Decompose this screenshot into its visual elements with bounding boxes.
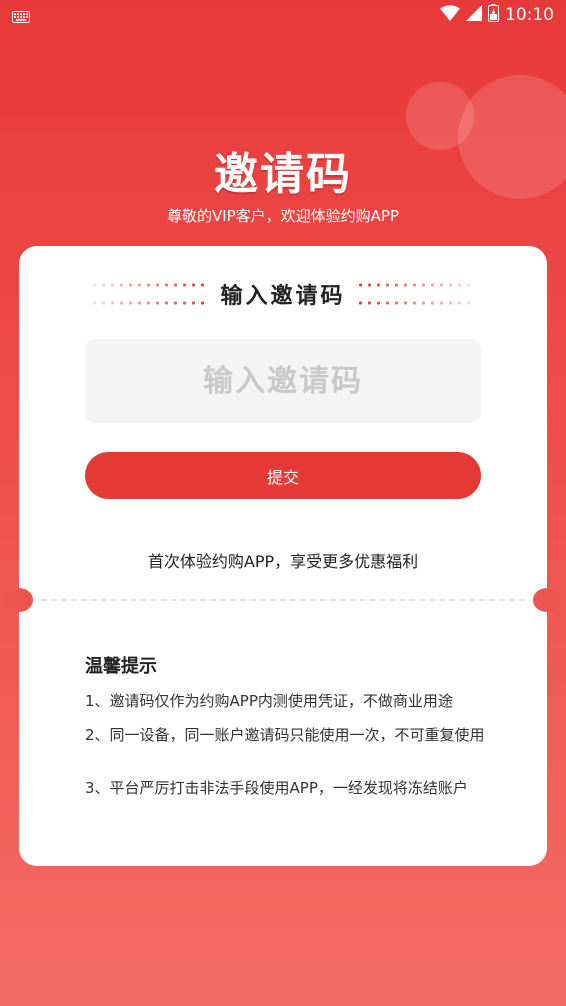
dots-decoration-left (90, 283, 211, 305)
submit-button[interactable]: 提交 (85, 452, 481, 499)
dots-decoration-right (355, 283, 476, 305)
tips-title: 温馨提示 (85, 656, 157, 677)
status-indicators: 10:10 (440, 4, 554, 26)
section-title: 输入邀请码 (220, 284, 346, 309)
tip-item: 2、同一设备，同一账户邀请码只能使用一次，不可重复使用 (85, 726, 485, 744)
tip-item: 1、邀请码仅作为约购APP内测使用凭证，不做商业用途 (85, 692, 453, 710)
signal-icon (466, 5, 482, 25)
page-subtitle: 尊敬的VIP客户，欢迎体验约购APP (166, 207, 400, 225)
tip-item: 3、平台严厉打击非法手段使用APP，一经发现将冻结账户 (85, 779, 468, 797)
status-bar: 10:10 (0, 0, 566, 30)
dashed-divider (41, 599, 525, 601)
page-title: 邀请码 (214, 149, 352, 200)
invite-card: 输入邀请码 提交 首次体验约购APP，享受更多优惠福利 温馨提示 1、邀请码仅作… (5, 246, 561, 866)
ticket-notch-right (533, 588, 561, 612)
battery-icon (488, 4, 499, 26)
invite-code-input[interactable] (85, 339, 481, 423)
ticket-notch-left (5, 588, 33, 612)
promo-text: 首次体验约购APP，享受更多优惠福利 (147, 552, 419, 571)
section-header: 输入邀请码 (85, 282, 481, 309)
wifi-icon (440, 5, 460, 25)
status-time: 10:10 (505, 5, 554, 25)
keyboard-icon (12, 8, 30, 27)
